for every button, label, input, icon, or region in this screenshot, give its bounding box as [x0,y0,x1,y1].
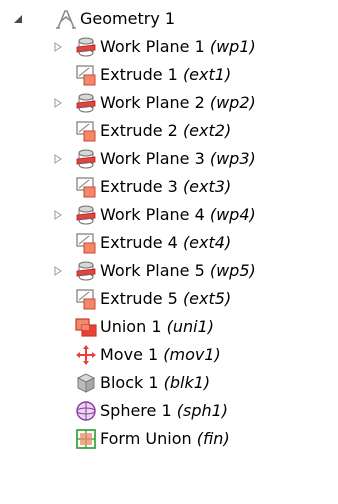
node-tag: (ext2) [182,121,232,140]
node-label: Sphere 1 [100,401,172,420]
work-plane-icon [74,259,98,283]
expand-arrow-icon[interactable] [52,201,64,229]
node-label: Geometry 1 [80,9,176,28]
node-label: Work Plane 4 [100,205,205,224]
tree-node-work-plane-3[interactable]: Work Plane 3 (wp3) [0,145,338,173]
tree-node-extrude-5[interactable]: Extrude 5 (ext5) [0,285,338,313]
work-plane-icon [74,35,98,59]
expand-arrow-icon[interactable] [52,257,64,285]
work-plane-icon [74,203,98,227]
node-label: Extrude 4 [100,233,178,252]
node-tag: (wp5) [209,261,256,280]
node-label: Extrude 1 [100,65,178,84]
extrude-icon [74,231,98,255]
node-tag: (wp2) [209,93,256,112]
node-label: Work Plane 2 [100,93,205,112]
node-tag: (fin) [196,429,230,448]
work-plane-icon [74,91,98,115]
tree-node-move-1[interactable]: Move 1 (mov1) [0,341,338,369]
node-label: Move 1 [100,345,159,364]
extrude-icon [74,175,98,199]
node-tag: (ext4) [182,233,232,252]
tree-node-union-1[interactable]: Union 1 (uni1) [0,313,338,341]
tree-node-extrude-3[interactable]: Extrude 3 (ext3) [0,173,338,201]
node-tag: (ext5) [182,289,232,308]
extrude-icon [74,119,98,143]
tree-node-extrude-4[interactable]: Extrude 4 (ext4) [0,229,338,257]
tree-node-work-plane-5[interactable]: Work Plane 5 (wp5) [0,257,338,285]
geometry-icon [54,7,78,31]
expand-arrow-icon[interactable] [52,89,64,117]
tree-node-form-union[interactable]: Form Union (fin) [0,425,338,453]
node-tag: (mov1) [163,345,221,364]
node-tag: (sph1) [176,401,229,420]
move-icon [74,343,98,367]
tree-node-sphere-1[interactable]: Sphere 1 (sph1) [0,397,338,425]
sphere-icon [74,399,98,423]
collapse-arrow-icon[interactable] [13,5,25,33]
extrude-icon [74,287,98,311]
node-tag: (wp1) [209,37,256,56]
node-label: Form Union [100,429,192,448]
expand-arrow-icon[interactable] [52,145,64,173]
node-tag: (wp3) [209,149,256,168]
node-tag: (ext3) [182,177,232,196]
tree-node-work-plane-1[interactable]: Work Plane 1 (wp1) [0,33,338,61]
node-label: Work Plane 1 [100,37,205,56]
tree-node-extrude-2[interactable]: Extrude 2 (ext2) [0,117,338,145]
node-label: Union 1 [100,317,162,336]
block-icon [74,371,98,395]
tree-node-work-plane-4[interactable]: Work Plane 4 (wp4) [0,201,338,229]
node-tag: (ext1) [182,65,232,84]
union-icon [74,315,98,339]
node-label: Work Plane 5 [100,261,205,280]
node-label: Block 1 [100,373,159,392]
node-tag: (wp4) [209,205,256,224]
node-label: Extrude 3 [100,177,178,196]
form-union-icon [74,427,98,451]
extrude-icon [74,63,98,87]
tree-node-extrude-1[interactable]: Extrude 1 (ext1) [0,61,338,89]
node-tag: (uni1) [166,317,214,336]
expand-arrow-icon[interactable] [52,33,64,61]
node-tag: (blk1) [163,373,211,392]
model-tree: Geometry 1 Work Plane 1 (wp1) Extrude 1 … [0,5,338,453]
work-plane-icon [74,147,98,171]
tree-node-block-1[interactable]: Block 1 (blk1) [0,369,338,397]
tree-node-geometry-1[interactable]: Geometry 1 [0,5,338,33]
node-label: Extrude 5 [100,289,178,308]
node-label: Work Plane 3 [100,149,205,168]
node-label: Extrude 2 [100,121,178,140]
tree-node-work-plane-2[interactable]: Work Plane 2 (wp2) [0,89,338,117]
